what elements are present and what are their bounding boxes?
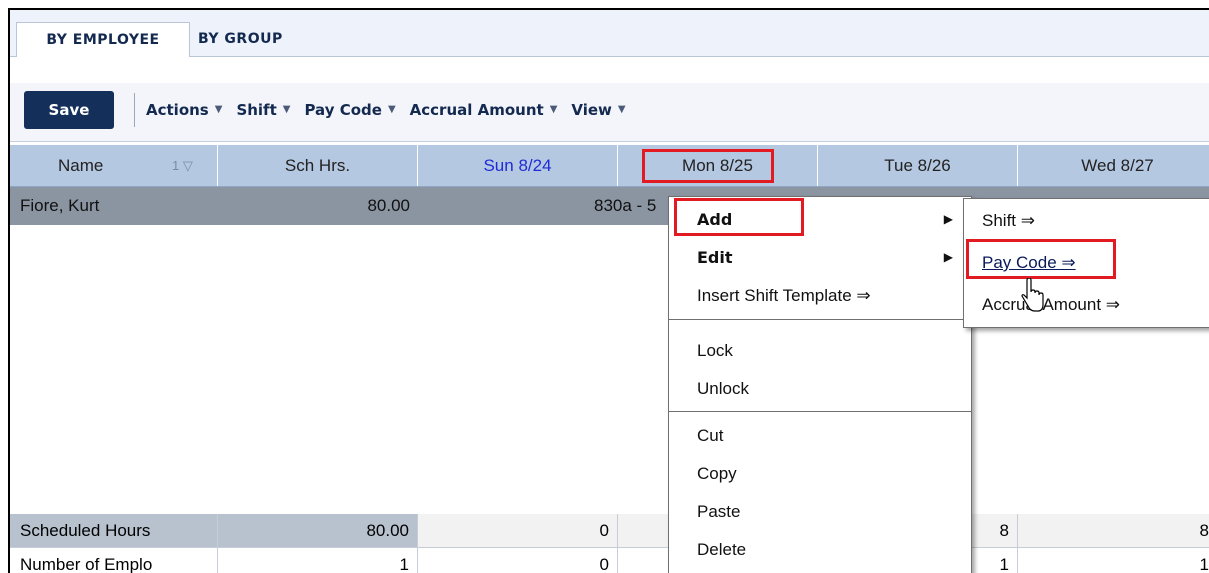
actions-menu[interactable]: Actions ▼	[146, 91, 222, 129]
menu-item-edit[interactable]: Edit ▶	[669, 239, 971, 276]
submenu-arrow-icon: ▶	[943, 250, 953, 264]
footer-label: Scheduled Hours	[10, 514, 218, 548]
tab-by-group[interactable]: BY GROUP	[198, 22, 348, 56]
menu-item-delete[interactable]: Delete	[669, 531, 971, 568]
shift-menu-label: Shift	[236, 101, 277, 119]
column-header-sun[interactable]: Sun 8/24	[418, 145, 618, 186]
footer-sun: 0	[418, 548, 618, 573]
menu-separator	[669, 319, 971, 320]
footer-label: Number of Emplo	[10, 548, 218, 573]
submenu-item-shift[interactable]: Shift ⇒	[964, 201, 1209, 241]
column-header-name-label: Name	[58, 156, 104, 175]
view-menu[interactable]: View ▼	[571, 91, 625, 129]
footer-wed: 8	[1018, 514, 1209, 548]
view-menu-label: View	[571, 101, 612, 119]
view-tabs: BY EMPLOYEE BY GROUP	[10, 10, 1209, 58]
shift-menu[interactable]: Shift ▼	[236, 91, 290, 129]
pay-code-menu[interactable]: Pay Code ▼	[304, 91, 395, 129]
sort-indicator[interactable]: 1 ▽	[172, 145, 193, 186]
column-header-name[interactable]: Name 1 ▽	[10, 145, 218, 186]
menu-item-lock[interactable]: Lock	[669, 332, 971, 369]
menu-item-edit-label: Edit	[697, 248, 733, 267]
accrual-amount-menu-label: Accrual Amount	[409, 101, 544, 119]
tab-by-employee[interactable]: BY EMPLOYEE	[16, 22, 190, 58]
footer-sun: 0	[418, 514, 618, 548]
column-header-sch-hrs[interactable]: Sch Hrs.	[218, 145, 418, 186]
column-header-tue[interactable]: Tue 8/26	[818, 145, 1018, 186]
toolbar: Save Actions ▼ Shift ▼ Pay Code ▼ Accrual A…	[10, 57, 1209, 142]
highlight-pay-code	[966, 239, 1116, 279]
chevron-down-icon: ▼	[282, 104, 291, 115]
submenu-item-accrual-amount[interactable]: Accrual Amount ⇒	[964, 285, 1209, 325]
footer-sch: 1	[218, 548, 418, 573]
accrual-amount-menu[interactable]: Accrual Amount ▼	[410, 91, 558, 129]
actions-menu-label: Actions	[146, 101, 209, 119]
footer-row-scheduled-hours: Scheduled Hours 80.00 0 8 8	[10, 514, 1209, 548]
column-header-wed[interactable]: Wed 8/27	[1018, 145, 1209, 186]
menu-item-cut[interactable]: Cut	[669, 417, 971, 454]
highlight-mon-header	[642, 149, 774, 183]
menu-item-paste[interactable]: Paste	[669, 493, 971, 530]
chevron-down-icon: ▼	[549, 104, 558, 115]
footer-wed: 1	[1018, 548, 1209, 573]
chevron-down-icon: ▼	[214, 104, 223, 115]
menu-item-insert-shift-template[interactable]: Insert Shift Template ⇒	[669, 277, 971, 314]
pay-code-menu-label: Pay Code	[304, 101, 382, 119]
employee-sch-hrs: 80.00	[367, 196, 410, 215]
employee-mon-shift[interactable]: 830a - 5	[594, 187, 656, 225]
menu-item-unlock[interactable]: Unlock	[669, 370, 971, 407]
footer-row-number-of-employees: Number of Emplo 1 0 1 1 1	[10, 548, 1209, 573]
sort-down-icon: ▽	[179, 158, 193, 173]
scheduler-frame: BY EMPLOYEE BY GROUP Save Actions ▼ Shift…	[8, 8, 1209, 573]
chevron-down-icon: ▼	[617, 104, 626, 115]
context-menu: Add ▶ Edit ▶ Insert Shift Template ⇒ Lock …	[668, 196, 972, 573]
hand-cursor-icon	[1021, 278, 1044, 312]
toolbar-divider	[134, 93, 135, 127]
submenu-arrow-icon: ▶	[943, 212, 953, 226]
toolbar-menus: Actions ▼ Shift ▼ Pay Code ▼ Accrual Amount…	[146, 91, 626, 129]
menu-separator	[669, 411, 971, 412]
employee-name: Fiore, Kurt	[20, 196, 100, 215]
highlight-add	[674, 198, 804, 236]
menu-item-copy[interactable]: Copy	[669, 455, 971, 492]
grid-header: Name 1 ▽ Sch Hrs. Sun 8/24 Mon 8/25 Tue 8…	[10, 145, 1209, 187]
footer-sch: 80.00	[218, 514, 418, 548]
save-button[interactable]: Save	[24, 91, 114, 129]
chevron-down-icon: ▼	[387, 104, 396, 115]
